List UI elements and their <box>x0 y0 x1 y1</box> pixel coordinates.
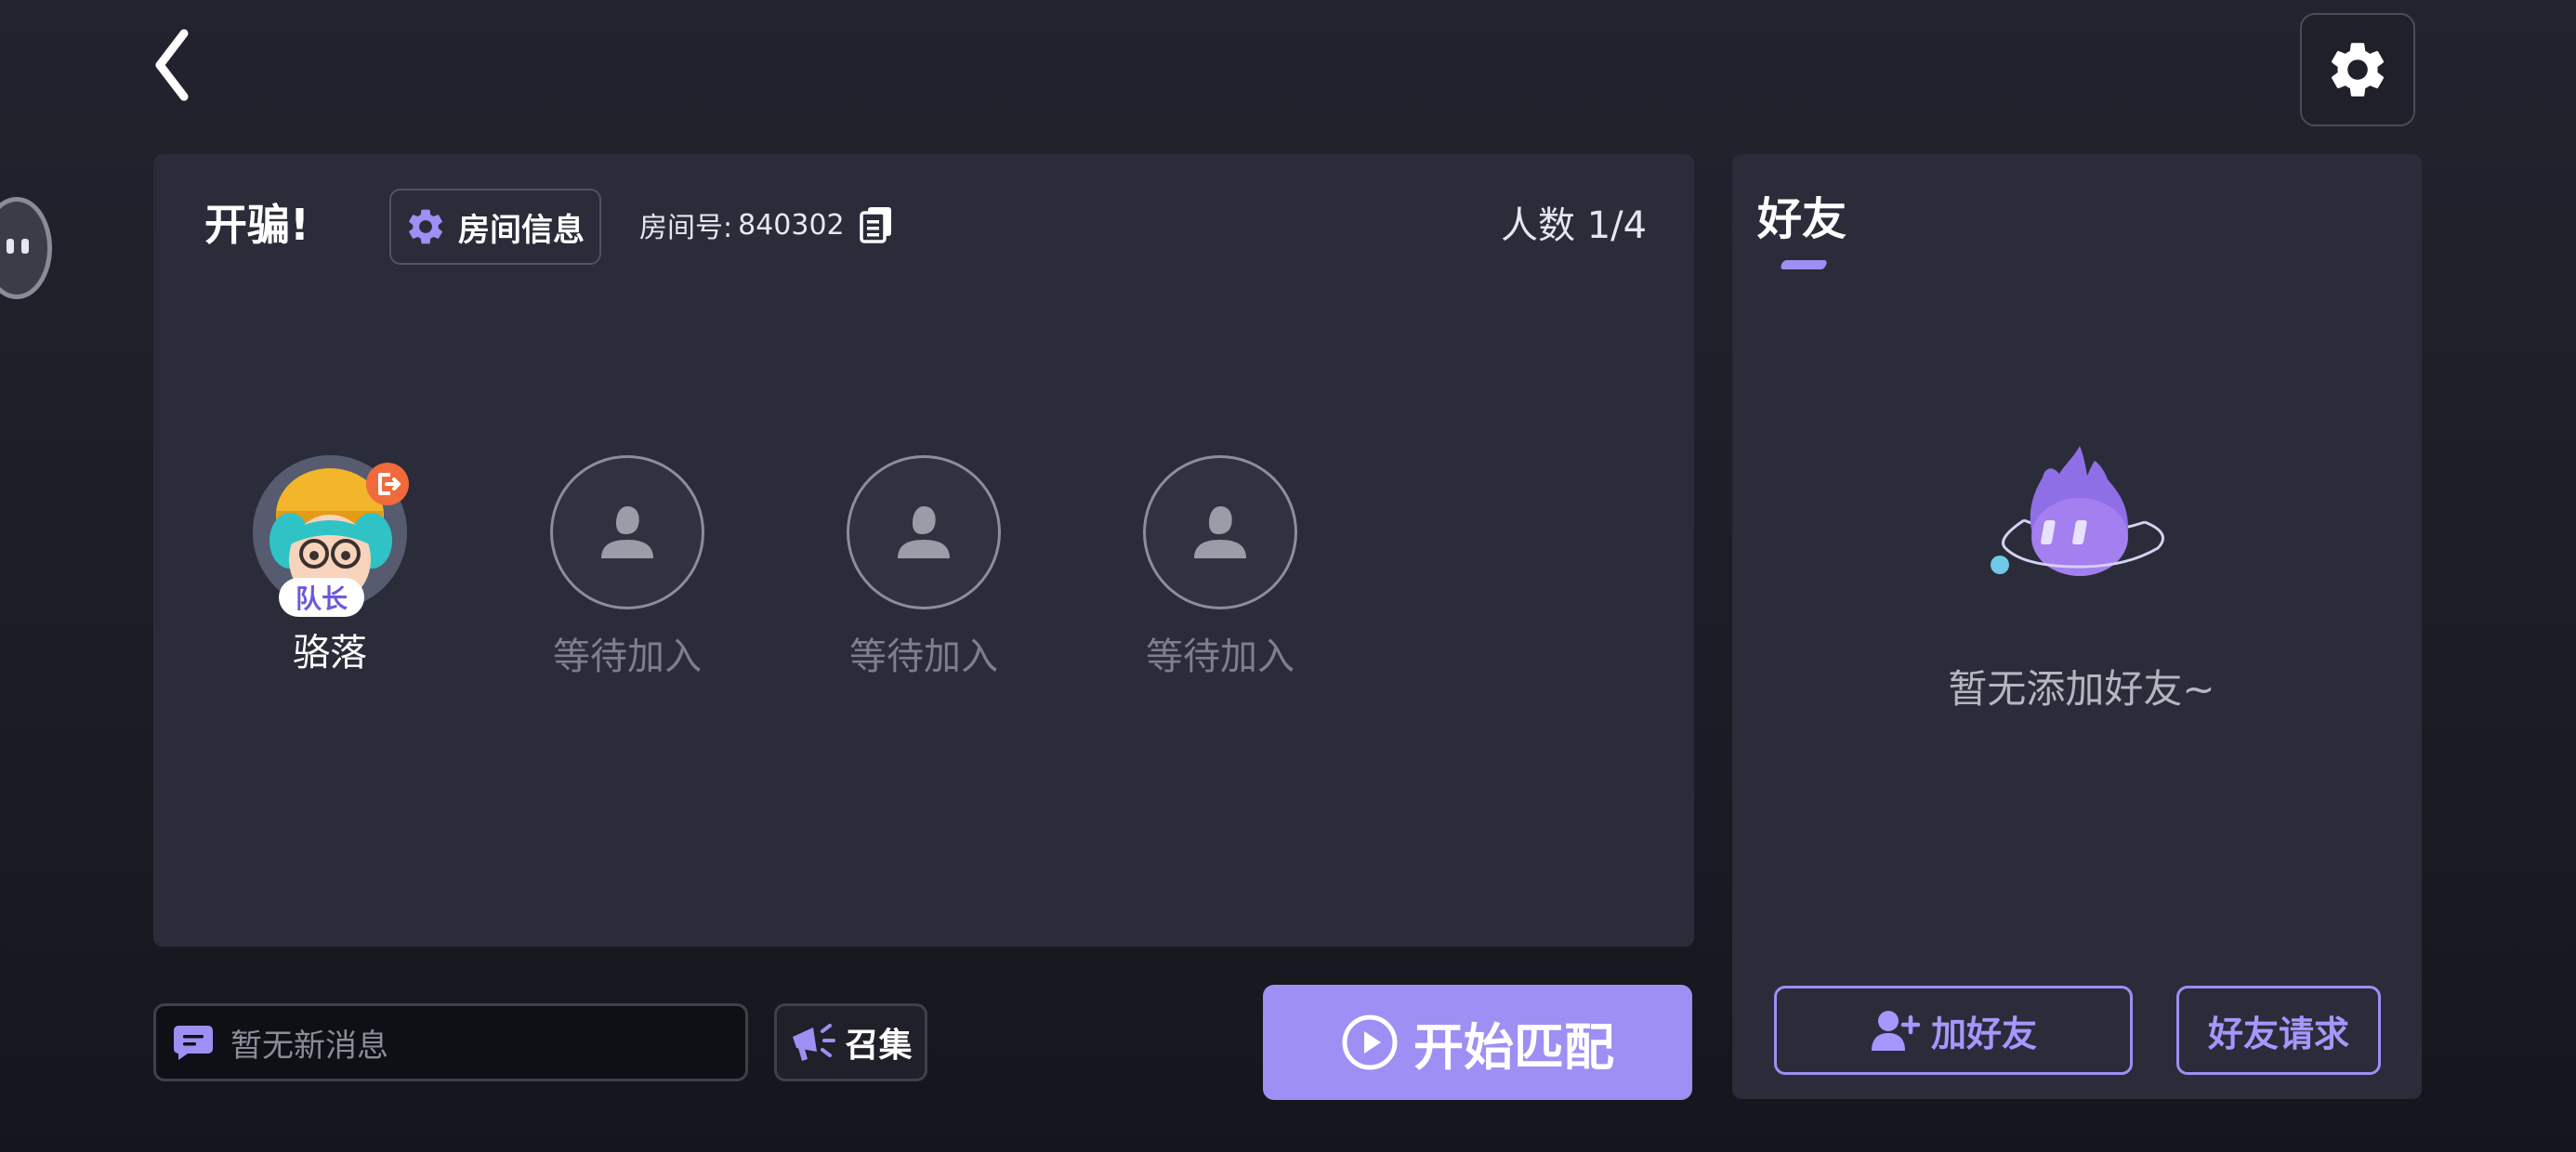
rally-label: 召集 <box>845 1027 913 1065</box>
empty-slot-circle <box>550 455 704 609</box>
empty-friends-text: 暂无添加好友~ <box>1948 666 2215 712</box>
message-placeholder: 暂无新消息 <box>230 1027 388 1065</box>
player-slot-4[interactable]: 等待加入 <box>1141 455 1299 680</box>
friends-panel <box>1732 154 2422 1099</box>
room-info-label: 房间信息 <box>458 211 585 249</box>
player-avatar-wrap: 队长 <box>253 455 409 617</box>
waiting-label: 等待加入 <box>849 635 998 678</box>
room-number-value: 840302 <box>738 208 845 242</box>
room-title: 开骗! <box>204 200 309 250</box>
start-match-label: 开始匹配 <box>1413 1017 1614 1077</box>
room-number-label: 房间号: <box>639 212 733 244</box>
message-input[interactable]: 暂无新消息 <box>153 1003 748 1081</box>
flame-mascot-icon <box>1987 437 2173 617</box>
add-friend-button[interactable]: 加好友 <box>1774 986 2133 1075</box>
settings-button[interactable] <box>2300 13 2415 126</box>
empty-slot-circle <box>1143 455 1297 609</box>
player-name: 骆落 <box>293 632 367 674</box>
megaphone-icon <box>793 1024 836 1061</box>
floating-assistant-icon[interactable] <box>0 197 52 299</box>
leader-badge: 队长 <box>279 578 364 617</box>
gear-icon <box>409 209 442 244</box>
leave-room-icon[interactable] <box>364 461 411 511</box>
waiting-label: 等待加入 <box>1146 635 1295 678</box>
empty-slot-circle <box>847 455 1001 609</box>
gear-icon <box>2332 43 2385 97</box>
friend-requests-label: 好友请求 <box>2207 1013 2349 1054</box>
waiting-label: 等待加入 <box>553 635 702 678</box>
add-user-icon <box>1871 1011 1920 1051</box>
room-info-button[interactable]: 房间信息 <box>389 189 601 265</box>
player-slot-1[interactable]: 队长 骆落 <box>251 455 409 676</box>
friend-requests-button[interactable]: 好友请求 <box>2176 986 2381 1075</box>
copy-icon[interactable] <box>859 206 893 243</box>
chevron-left-icon <box>155 29 189 101</box>
tab-indicator <box>1780 260 1828 269</box>
player-slot-3[interactable]: 等待加入 <box>845 455 1003 680</box>
person-icon <box>898 506 950 558</box>
room-number: 房间号: 840302 <box>639 204 893 245</box>
tab-friends[interactable]: 好友 <box>1757 182 1847 247</box>
player-slot-2[interactable]: 等待加入 <box>548 455 706 680</box>
chat-bubble-icon <box>174 1026 213 1060</box>
rally-button[interactable]: 召集 <box>774 1003 927 1081</box>
person-icon <box>1194 506 1246 558</box>
player-count: 人数 1/4 <box>1501 204 1648 247</box>
back-button[interactable] <box>147 28 201 102</box>
start-match-button[interactable]: 开始匹配 <box>1263 985 1692 1100</box>
person-icon <box>601 506 653 558</box>
play-circle-icon <box>1342 1015 1398 1070</box>
add-friend-label: 加好友 <box>1930 1013 2037 1054</box>
